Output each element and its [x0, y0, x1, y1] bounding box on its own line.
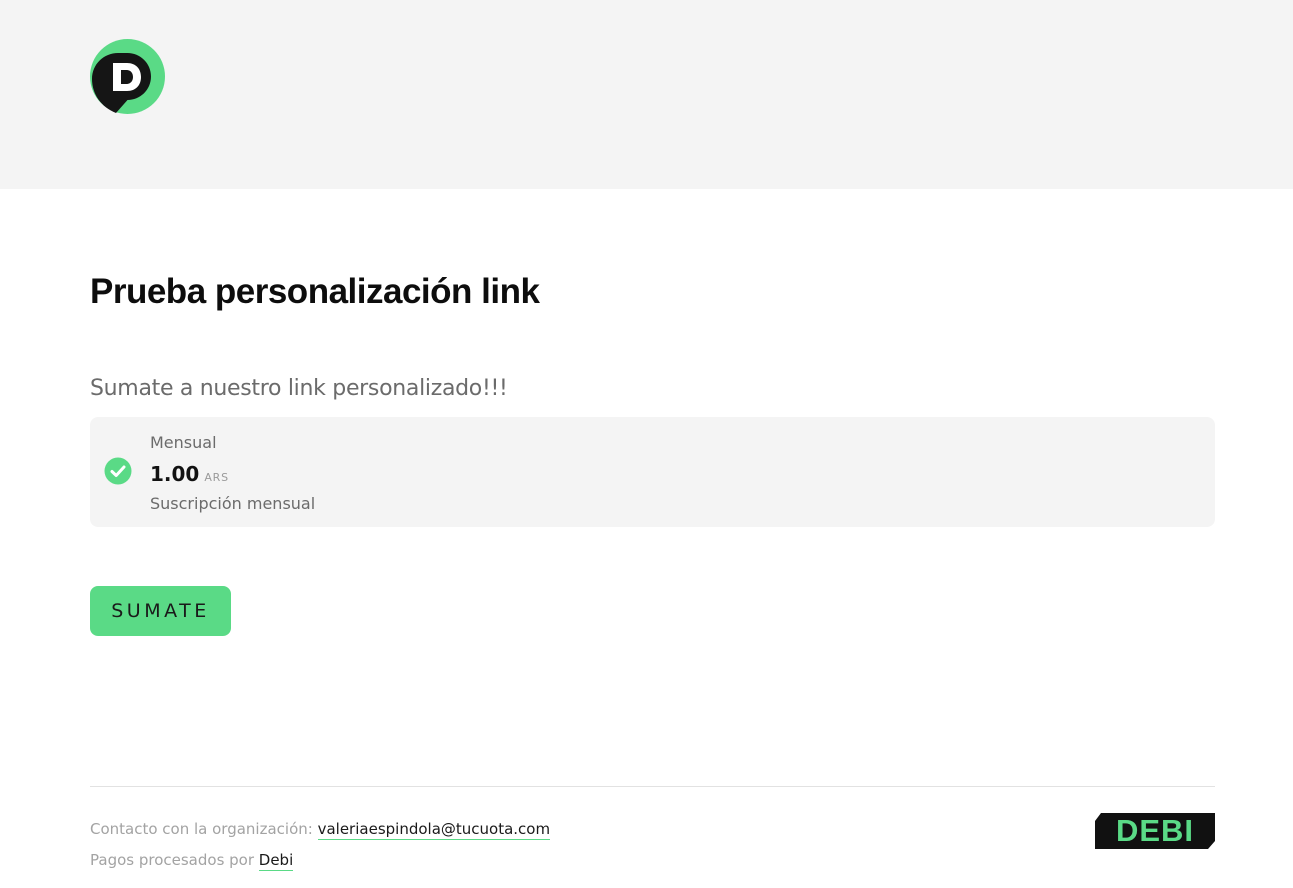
footer-processed: Pagos procesados por Debi: [90, 851, 294, 871]
footer-divider: [90, 786, 1215, 787]
processed-label: Pagos procesados por: [90, 851, 259, 869]
plan-amount: 1.00: [150, 462, 200, 486]
debi-link[interactable]: Debi: [258, 851, 294, 871]
plan-name: Mensual: [150, 433, 217, 452]
debi-logo-icon: [90, 39, 165, 114]
debi-brand-logo: DEBI: [1095, 811, 1215, 851]
footer-contact: Contacto con la organización: valeriaesp…: [90, 820, 551, 840]
page-subtitle: Sumate a nuestro link personalizado!!!: [90, 376, 508, 401]
plan-price: 1.00 ARS: [150, 462, 229, 486]
contact-label: Contacto con la organización:: [90, 820, 318, 838]
page-title: Prueba personalización link: [90, 272, 540, 311]
page-header: [0, 0, 1293, 189]
plan-currency: ARS: [204, 471, 229, 484]
brand-logo-text: DEBI: [1116, 813, 1194, 848]
check-circle-icon: [104, 457, 132, 485]
plan-option-card[interactable]: Mensual 1.00 ARS Suscripción mensual: [90, 417, 1215, 527]
contact-email-link[interactable]: valeriaespindola@tucuota.com: [317, 820, 551, 840]
sumate-button[interactable]: SUMATE: [90, 586, 231, 636]
plan-description: Suscripción mensual: [150, 494, 316, 513]
